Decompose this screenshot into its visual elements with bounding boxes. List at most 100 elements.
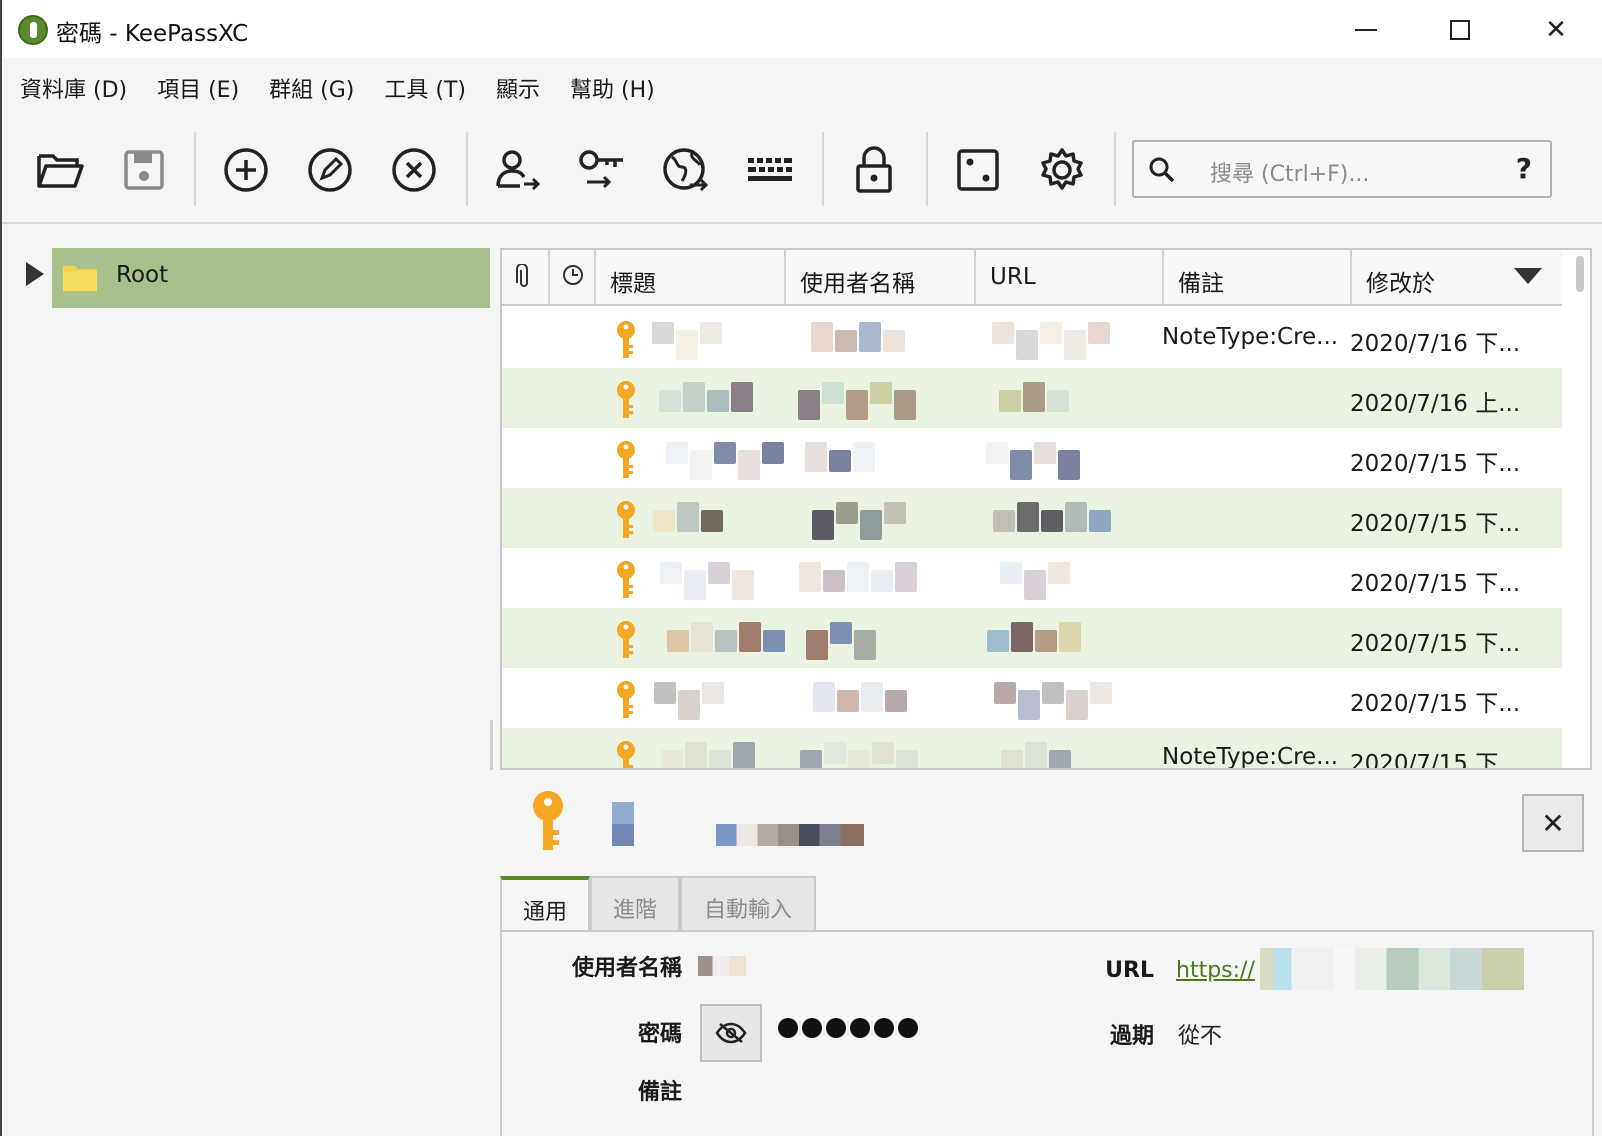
eye-off-icon: [715, 1022, 747, 1044]
maximize-icon: [1450, 20, 1470, 40]
table-row[interactable]: 2020/7/15 下...: [502, 548, 1562, 608]
redacted-cell: [1090, 682, 1112, 704]
column-url[interactable]: URL: [976, 250, 1164, 306]
redacted-cell: [653, 510, 675, 532]
redacted-cell: [652, 322, 674, 344]
redacted-cell: [993, 510, 1015, 532]
maximize-button[interactable]: [1430, 8, 1490, 52]
menu-database[interactable]: 資料庫 (D): [20, 62, 127, 114]
redacted-cell: [1010, 450, 1032, 480]
user-arrow-icon: [496, 150, 541, 191]
app-window: 密碼 - KeePassXC ✕ 資料庫 (D) 項目 (E) 群組 (G) 工…: [0, 0, 1602, 1136]
redacted-cell: [1034, 442, 1056, 464]
table-row[interactable]: NoteType:Cre... 2020/7/15 下...: [502, 728, 1562, 768]
column-attachment[interactable]: [502, 250, 550, 306]
menu-tools[interactable]: 工具 (T): [384, 62, 466, 114]
column-modified[interactable]: 修改於: [1352, 250, 1562, 306]
tab-advanced[interactable]: 進階: [590, 876, 680, 932]
add-entry-button[interactable]: [216, 140, 276, 200]
copy-username-button[interactable]: [488, 140, 548, 200]
gear-icon: [1041, 148, 1083, 190]
redacted-cell: [709, 750, 731, 768]
open-database-button[interactable]: [30, 140, 90, 200]
redacted-cell: [1049, 750, 1071, 768]
redacted-cell: [1035, 630, 1057, 652]
redacted-cell: [700, 322, 722, 344]
url-link[interactable]: https://: [1176, 958, 1255, 983]
auto-type-button[interactable]: [740, 140, 800, 200]
redacted-cell: [738, 450, 760, 480]
redacted-cell: [883, 330, 905, 352]
tab-general[interactable]: 通用: [500, 876, 590, 932]
tab-autotype[interactable]: 自動輸入: [680, 876, 816, 932]
menu-view[interactable]: 顯示: [496, 62, 540, 114]
sort-descending-icon: [1514, 268, 1542, 284]
column-title[interactable]: 標題: [596, 250, 786, 306]
settings-button[interactable]: [1032, 140, 1092, 200]
toggle-password-button[interactable]: [700, 1004, 762, 1062]
redacted-cell: [1000, 562, 1022, 584]
table-row[interactable]: 2020/7/16 上...: [502, 368, 1562, 428]
redacted-cell: [1023, 382, 1045, 412]
redacted-cell: [835, 330, 857, 352]
pane-splitter[interactable]: [490, 720, 493, 770]
save-database-button[interactable]: [114, 140, 174, 200]
search-field[interactable]: 搜尋 (Ctrl+F)... ?: [1132, 140, 1552, 198]
cell-modified: 2020/7/16 上...: [1350, 391, 1521, 417]
expand-arrow-icon[interactable]: [26, 262, 44, 286]
dice-icon: [957, 149, 999, 191]
redacted-cell: [739, 622, 761, 652]
toolbar: 搜尋 (Ctrl+F)... ?: [2, 124, 1602, 224]
password-generator-button[interactable]: [948, 140, 1008, 200]
redacted-cell: [659, 390, 681, 412]
redacted-cell: [702, 682, 724, 704]
redacted-cell: [859, 322, 881, 352]
close-preview-button[interactable]: ✕: [1522, 794, 1584, 852]
folder-icon: [63, 266, 97, 291]
entry-key-icon: [533, 791, 563, 850]
column-expiry[interactable]: [550, 250, 596, 306]
redacted-cell: [894, 390, 916, 420]
column-username[interactable]: 使用者名稱: [786, 250, 976, 306]
expires-label: 過期: [1109, 1024, 1154, 1049]
table-row[interactable]: 2020/7/15 下...: [502, 428, 1562, 488]
close-window-button[interactable]: ✕: [1526, 8, 1586, 52]
url-link-text[interactable]: https://: [1176, 958, 1255, 983]
username-label: 使用者名稱: [571, 956, 682, 981]
menu-help[interactable]: 幫助 (H): [570, 62, 655, 114]
table-row[interactable]: NoteType:Cre... 2020/7/16 下...: [502, 308, 1562, 368]
table-row[interactable]: 2020/7/15 下...: [502, 608, 1562, 668]
redacted-cell: [1088, 322, 1110, 344]
minimize-button[interactable]: [1336, 8, 1396, 52]
menu-groups[interactable]: 群組 (G): [269, 62, 354, 114]
search-help-button[interactable]: ?: [1516, 152, 1532, 185]
redacted-cell: [1024, 570, 1046, 600]
table-scrollbar[interactable]: [1576, 256, 1584, 292]
x-circle-icon: [392, 148, 436, 192]
redacted-cell: [799, 562, 821, 592]
table-row[interactable]: 2020/7/15 下...: [502, 488, 1562, 548]
redacted-cell: [871, 570, 893, 592]
group-root[interactable]: Root: [52, 248, 490, 308]
redacted-cell: [823, 570, 845, 592]
redacted-cell: [1059, 622, 1081, 652]
redacted-cell: [714, 442, 736, 464]
redacted-cell: [660, 562, 682, 584]
delete-entry-button[interactable]: [384, 140, 444, 200]
table-row[interactable]: 2020/7/15 下...: [502, 668, 1562, 728]
lock-database-button[interactable]: [844, 140, 904, 200]
save-icon: [124, 150, 164, 190]
key-icon: [617, 621, 635, 658]
column-notes[interactable]: 備註: [1164, 250, 1352, 306]
open-url-button[interactable]: [656, 140, 716, 200]
column-modified-label: 修改於: [1366, 271, 1435, 297]
redacted-cell: [1042, 682, 1064, 704]
redacted-cell: [708, 562, 730, 584]
edit-entry-button[interactable]: [300, 140, 360, 200]
redacted-cell: [1048, 562, 1070, 584]
redacted-cell: [846, 390, 868, 420]
cell-modified: 2020/7/15 下...: [1350, 631, 1521, 657]
menu-entries[interactable]: 項目 (E): [157, 62, 239, 114]
copy-password-button[interactable]: [572, 140, 632, 200]
redacted-cell: [667, 630, 689, 652]
